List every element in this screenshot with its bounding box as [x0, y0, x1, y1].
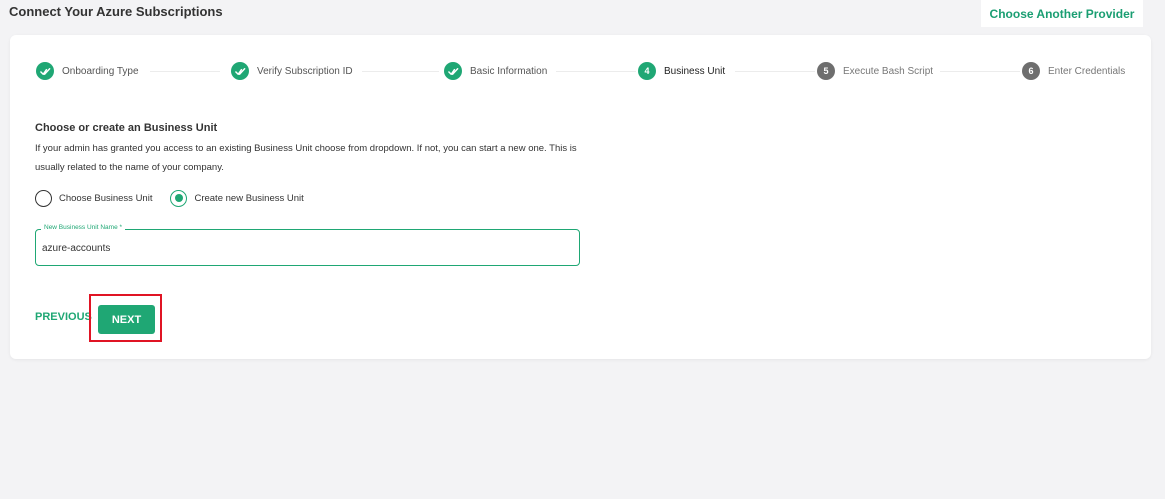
step-verify-subscription-id[interactable]: Verify Subscription ID — [231, 62, 353, 80]
new-business-unit-name-field: New Business Unit Name * — [35, 224, 580, 266]
step-connector — [556, 71, 636, 72]
onboarding-card: Onboarding Type Verify Subscription ID B… — [10, 35, 1151, 359]
check-icon — [231, 62, 249, 80]
radio-label: Choose Business Unit — [59, 192, 153, 204]
step-label: Verify Subscription ID — [257, 65, 353, 77]
step-label: Basic Information — [470, 65, 548, 77]
radio-label: Create new Business Unit — [194, 192, 304, 204]
step-label: Execute Bash Script — [843, 65, 934, 77]
page-title: Connect Your Azure Subscriptions — [9, 4, 223, 19]
section-description: If your admin has granted you access to … — [35, 143, 577, 173]
check-icon — [36, 62, 54, 80]
step-label: Onboarding Type — [62, 65, 139, 77]
choose-another-provider-button[interactable]: Choose Another Provider — [981, 0, 1143, 27]
section-title: Choose or create an Business Unit — [35, 122, 218, 134]
step-number: 4 — [638, 62, 656, 80]
step-execute-bash-script[interactable]: 5 Execute Bash Script — [817, 62, 933, 80]
step-label: Business Unit — [664, 65, 726, 77]
check-icon — [444, 62, 462, 80]
step-connector — [150, 71, 220, 72]
field-label: New Business Unit Name * — [41, 224, 126, 231]
stepper: Onboarding Type Verify Subscription ID B… — [10, 35, 1151, 107]
step-basic-information[interactable]: Basic Information — [444, 62, 547, 80]
step-onboarding-type[interactable]: Onboarding Type — [36, 62, 139, 80]
step-label: Enter Credentials — [1048, 65, 1126, 77]
step-connector — [735, 71, 815, 72]
new-business-unit-name-input[interactable] — [42, 240, 562, 256]
previous-button[interactable]: PREVIOUS — [35, 311, 92, 323]
step-connector — [362, 71, 439, 72]
radio-unchecked-icon — [35, 189, 52, 207]
step-business-unit[interactable]: 4 Business Unit — [638, 62, 725, 80]
step-enter-credentials[interactable]: 6 Enter Credentials — [1022, 62, 1125, 80]
create-new-business-unit-radio[interactable]: Create new Business Unit — [170, 189, 304, 207]
top-bar: Connect Your Azure Subscriptions Choose … — [0, 0, 1165, 28]
radio-dot — [174, 194, 183, 202]
choose-business-unit-radio[interactable]: Choose Business Unit — [35, 189, 153, 207]
radio-checked-icon — [170, 189, 188, 207]
step-connector — [940, 71, 1020, 72]
step-number: 6 — [1022, 62, 1040, 80]
step-number: 5 — [817, 62, 835, 80]
business-unit-mode-radio-group: Choose Business Unit Create new Business… — [35, 189, 322, 207]
next-button[interactable]: NEXT — [98, 305, 155, 334]
